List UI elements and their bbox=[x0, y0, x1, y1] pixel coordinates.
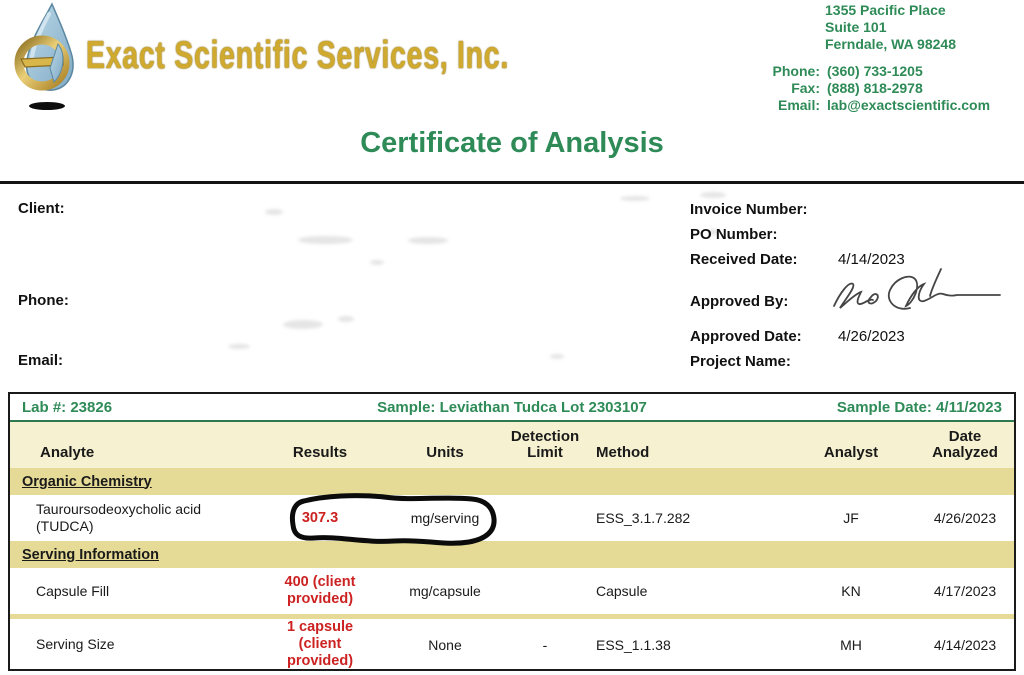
company-logo bbox=[14, 2, 84, 112]
tudca-result: 307.3 bbox=[302, 510, 338, 527]
serving-size-analyte: Serving Size bbox=[10, 636, 250, 653]
section-header-organic-chemistry: Organic Chemistry bbox=[10, 468, 1014, 495]
redaction-smudge bbox=[620, 196, 650, 201]
project-name-label: Project Name: bbox=[690, 353, 791, 370]
approved-date-value: 4/26/2023 bbox=[838, 328, 905, 345]
capsule-fill-date-analyzed: 4/17/2023 bbox=[916, 583, 1014, 599]
table-row-serving-size: Serving Size 1 capsule (client provided)… bbox=[10, 619, 1014, 667]
redaction-smudge bbox=[370, 260, 384, 265]
sample-date: Sample Date: 4/11/2023 bbox=[713, 399, 1014, 416]
detection-limit-line1: Detection bbox=[500, 429, 590, 445]
invoice-number-label: Invoice Number: bbox=[690, 201, 808, 218]
email-value: lab@exactscientific.com bbox=[827, 97, 990, 114]
address-line-3: Ferndale, WA 98248 bbox=[825, 36, 956, 53]
serving-size-date-analyzed: 4/14/2023 bbox=[916, 637, 1014, 653]
header-divider bbox=[0, 181, 1024, 184]
col-header-results: Results bbox=[250, 445, 390, 461]
redaction-smudge bbox=[298, 236, 353, 244]
serving-size-analyst: MH bbox=[786, 637, 916, 653]
serving-size-method: ESS_1.1.38 bbox=[590, 637, 786, 653]
tudca-date-analyzed: 4/26/2023 bbox=[916, 510, 1014, 526]
capsule-fill-analyte: Capsule Fill bbox=[10, 583, 250, 600]
section-header-serving-information: Serving Information bbox=[10, 541, 1014, 568]
company-address: 1355 Pacific Place Suite 101 Ferndale, W… bbox=[825, 2, 956, 53]
client-phone-label: Phone: bbox=[18, 292, 69, 309]
certificate-of-analysis-page: Exact Scientific Services, Inc. 1355 Pac… bbox=[0, 0, 1024, 675]
col-header-units: Units bbox=[390, 445, 500, 461]
lab-number: Lab #: 23826 bbox=[10, 399, 311, 416]
po-number-label: PO Number: bbox=[690, 226, 778, 243]
phone-label: Phone: bbox=[735, 63, 820, 80]
address-line-2: Suite 101 bbox=[825, 19, 956, 36]
redaction-smudge bbox=[265, 209, 283, 215]
capsule-fill-analyst: KN bbox=[786, 583, 916, 599]
page-title: Certificate of Analysis bbox=[0, 127, 1024, 160]
signature-icon bbox=[824, 258, 1009, 324]
col-header-analyst: Analyst bbox=[786, 445, 916, 461]
redaction-smudge bbox=[550, 354, 564, 359]
water-drop-e-logo-icon bbox=[14, 2, 84, 112]
redaction-smudge bbox=[228, 344, 250, 349]
phone-value: (360) 733-1205 bbox=[827, 63, 923, 80]
col-header-detection-limit: Detection Limit bbox=[500, 429, 590, 461]
redaction-smudge bbox=[408, 237, 448, 244]
section-serving-label: Serving Information bbox=[22, 547, 159, 563]
email-row: Email: lab@exactscientific.com bbox=[735, 97, 990, 114]
tudca-analyst: JF bbox=[786, 510, 916, 526]
client-email-label: Email: bbox=[18, 352, 63, 369]
company-name: Exact Scientific Services, Inc. bbox=[86, 34, 509, 78]
table-header-row: Analyte Results Units Detection Limit Me… bbox=[10, 422, 1014, 468]
redaction-smudge bbox=[338, 316, 354, 322]
detection-limit-line2: Limit bbox=[500, 445, 590, 461]
serving-size-detection-limit: - bbox=[500, 637, 590, 653]
email-label: Email: bbox=[735, 97, 820, 114]
col-header-date-analyzed: Date Analyzed bbox=[916, 429, 1014, 461]
approved-by-label: Approved By: bbox=[690, 293, 788, 310]
redaction-smudge bbox=[283, 320, 323, 329]
section-organic-label: Organic Chemistry bbox=[22, 474, 152, 490]
company-contact-block: Phone: (360) 733-1205 Fax: (888) 818-297… bbox=[735, 63, 990, 114]
capsule-fill-method: Capsule bbox=[590, 583, 786, 599]
date-analyzed-line2: Analyzed bbox=[916, 445, 1014, 461]
phone-row: Phone: (360) 733-1205 bbox=[735, 63, 990, 80]
approved-date-label: Approved Date: bbox=[690, 328, 802, 345]
col-header-method: Method bbox=[590, 445, 786, 461]
serving-size-result: 1 capsule (client provided) bbox=[274, 619, 366, 670]
col-header-analyte: Analyte bbox=[10, 445, 250, 461]
sample-info-row: Lab #: 23826 Sample: Leviathan Tudca Lot… bbox=[10, 394, 1014, 422]
address-line-1: 1355 Pacific Place bbox=[825, 2, 956, 19]
date-analyzed-line1: Date bbox=[916, 429, 1014, 445]
serving-size-units: None bbox=[390, 637, 500, 653]
results-table: Lab #: 23826 Sample: Leviathan Tudca Lot… bbox=[8, 392, 1016, 671]
client-label: Client: bbox=[18, 200, 65, 217]
fax-label: Fax: bbox=[735, 80, 820, 97]
fax-value: (888) 818-2978 bbox=[827, 80, 923, 97]
fax-row: Fax: (888) 818-2978 bbox=[735, 80, 990, 97]
sample-name: Sample: Leviathan Tudca Lot 2303107 bbox=[311, 399, 713, 416]
capsule-fill-result: 400 (client provided) bbox=[264, 574, 376, 608]
tudca-analyte: Tauroursodeoxycholic acid (TUDCA) bbox=[10, 501, 250, 535]
received-date-label: Received Date: bbox=[690, 251, 798, 268]
table-row-tudca: Tauroursodeoxycholic acid (TUDCA) 307.3 … bbox=[10, 495, 1014, 541]
tudca-units: mg/serving bbox=[390, 510, 500, 526]
capsule-fill-units: mg/capsule bbox=[390, 583, 500, 599]
approval-signature bbox=[824, 258, 1009, 324]
table-row-capsule-fill: Capsule Fill 400 (client provided) mg/ca… bbox=[10, 568, 1014, 614]
tudca-method: ESS_3.1.7.282 bbox=[590, 510, 786, 526]
redaction-smudge bbox=[700, 192, 726, 198]
